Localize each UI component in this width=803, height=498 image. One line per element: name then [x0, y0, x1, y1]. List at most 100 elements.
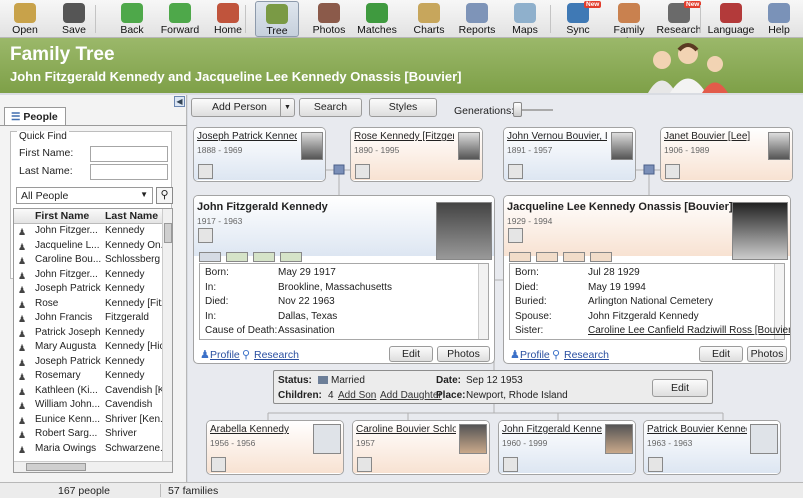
- table-row[interactable]: ♟ Rose Kennedy [Fitz: [14, 298, 162, 313]
- person-icon[interactable]: [508, 228, 523, 243]
- wife-profile-link[interactable]: Profile: [520, 349, 550, 361]
- table-row[interactable]: ♟ William John... Cavendish: [14, 399, 162, 414]
- person-icon[interactable]: [211, 457, 226, 472]
- person-icon[interactable]: [508, 164, 523, 179]
- toolbar-forward-button[interactable]: Forward: [158, 1, 202, 37]
- person-name[interactable]: Rose Kennedy [Fitzger...: [354, 131, 454, 142]
- table-row[interactable]: ♟ Robert Sarg... Shriver: [14, 428, 162, 443]
- people-table-hscroll[interactable]: [14, 461, 172, 472]
- husband-card[interactable]: John Fitzgerald Kennedy 1917 - 1963 Born…: [193, 195, 495, 364]
- table-row[interactable]: ♟ Caroline Bou... Schlossberg: [14, 254, 162, 269]
- person-photo[interactable]: [768, 132, 790, 160]
- person-name[interactable]: Arabella Kennedy: [210, 424, 310, 435]
- toolbar-home-button[interactable]: Home: [206, 1, 250, 37]
- husband-photos-button[interactable]: Photos: [437, 346, 490, 362]
- person-icon[interactable]: [648, 457, 663, 472]
- toolbar-photos-button[interactable]: Photos: [307, 1, 351, 37]
- table-row[interactable]: ♟ Patrick Joseph Kennedy: [14, 327, 162, 342]
- toolbar-sync-button[interactable]: Sync New: [556, 1, 602, 37]
- detail-tab-icon[interactable]: [199, 252, 221, 262]
- toolbar-research-button[interactable]: Research New: [654, 1, 704, 37]
- grandparent-card[interactable]: John Vernou Bouvier, III 1891 - 1957: [503, 127, 636, 182]
- person-icon[interactable]: [355, 164, 370, 179]
- people-table[interactable]: First Name Last Name ♟ John Fitzger... Ken…: [13, 208, 173, 473]
- table-row[interactable]: ♟ Eunice Kenn... Shriver [Ken...: [14, 414, 162, 429]
- wife-edit-button[interactable]: Edit: [699, 346, 743, 362]
- grandparent-card[interactable]: Rose Kennedy [Fitzger... 1890 - 1995: [350, 127, 483, 182]
- last-name-input[interactable]: [90, 164, 168, 180]
- toolbar-back-button[interactable]: Back: [110, 1, 154, 37]
- toolbar-family-site-button[interactable]: Family site: [604, 1, 654, 48]
- tab-people[interactable]: ☰ People: [4, 107, 66, 125]
- table-row[interactable]: ♟ John Fitzger... Kennedy: [14, 269, 162, 284]
- husband-profile-link[interactable]: Profile: [210, 349, 240, 361]
- person-photo[interactable]: [605, 424, 633, 454]
- detail-tab-icon[interactable]: [509, 252, 531, 262]
- person-photo[interactable]: [750, 424, 778, 454]
- detail-tab-icon[interactable]: [280, 252, 302, 262]
- column-first-name[interactable]: First Name: [35, 210, 89, 222]
- people-table-vscroll[interactable]: [162, 209, 172, 461]
- person-name[interactable]: Patrick Bouvier Kennedy: [647, 424, 747, 435]
- person-icon[interactable]: [198, 164, 213, 179]
- table-row[interactable]: ♟ Rosemary Kennedy: [14, 370, 162, 385]
- detail-tab-icon[interactable]: [253, 252, 275, 262]
- fact-value[interactable]: Caroline Lee Canfield Radziwill Ross [Bo…: [588, 325, 790, 336]
- grandparent-card[interactable]: Joseph Patrick Kennedy 1888 - 1969: [193, 127, 326, 182]
- person-name[interactable]: Joseph Patrick Kennedy: [197, 131, 297, 142]
- toolbar-reports-button[interactable]: Reports: [455, 1, 499, 37]
- child-card[interactable]: Arabella Kennedy 1956 - 1956: [206, 420, 344, 475]
- toolbar-matches-button[interactable]: Matches: [355, 1, 399, 37]
- add-son-link[interactable]: Add Son: [338, 390, 376, 401]
- detail-tab-icon[interactable]: [226, 252, 248, 262]
- scroll-thumb[interactable]: [164, 223, 172, 243]
- child-card[interactable]: Caroline Bouvier Schlo... 1957: [352, 420, 490, 475]
- facts-scrollbar[interactable]: [478, 264, 488, 339]
- detail-tab-icon[interactable]: [563, 252, 585, 262]
- table-row[interactable]: ♟ Kathleen (Ki... Cavendish [K: [14, 385, 162, 400]
- table-row[interactable]: ♟ Joseph Patrick Kennedy: [14, 356, 162, 371]
- husband-edit-button[interactable]: Edit: [389, 346, 433, 362]
- hscroll-thumb[interactable]: [26, 463, 86, 471]
- person-photo[interactable]: [611, 132, 633, 160]
- table-row[interactable]: ♟ Maria Owings Schwarzene...: [14, 443, 162, 458]
- wife-name[interactable]: Jacqueline Lee Kennedy Onassis [Bouvier]: [507, 201, 733, 213]
- table-row[interactable]: ♟ Mary Augusta Kennedy [Hic: [14, 341, 162, 356]
- toolbar-open-button[interactable]: Open: [3, 1, 47, 37]
- table-row[interactable]: ♟ Joseph Patrick Kennedy: [14, 283, 162, 298]
- person-name[interactable]: Caroline Bouvier Schlo...: [356, 424, 456, 435]
- marriage-edit-button[interactable]: Edit: [652, 379, 708, 397]
- table-row[interactable]: ♟ John Francis Fitzgerald: [14, 312, 162, 327]
- person-icon[interactable]: [198, 228, 213, 243]
- person-photo[interactable]: [301, 132, 323, 160]
- column-last-name[interactable]: Last Name: [105, 210, 158, 222]
- wife-photos-button[interactable]: Photos: [747, 346, 787, 362]
- table-row[interactable]: ♟ Jacqueline L... Kennedy On...: [14, 240, 162, 255]
- first-name-input[interactable]: [90, 146, 168, 162]
- child-card[interactable]: John Fitzgerald Kenne... 1960 - 1999: [498, 420, 636, 475]
- person-photo[interactable]: [313, 424, 341, 454]
- person-icon[interactable]: [503, 457, 518, 472]
- grandparent-card[interactable]: Janet Bouvier [Lee] 1906 - 1989: [660, 127, 793, 182]
- person-name[interactable]: Janet Bouvier [Lee]: [664, 131, 764, 142]
- detail-tab-icon[interactable]: [590, 252, 612, 262]
- person-icon[interactable]: [357, 457, 372, 472]
- toolbar-charts-button[interactable]: Charts: [407, 1, 451, 37]
- husband-research-link[interactable]: Research: [254, 349, 299, 361]
- person-icon[interactable]: [665, 164, 680, 179]
- toolbar-tree-button[interactable]: Tree: [255, 1, 299, 37]
- toolbar-save-button[interactable]: Save: [52, 1, 96, 37]
- child-card[interactable]: Patrick Bouvier Kennedy 1963 - 1963: [643, 420, 781, 475]
- husband-name[interactable]: John Fitzgerald Kennedy: [197, 201, 328, 213]
- wife-card[interactable]: Jacqueline Lee Kennedy Onassis [Bouvier]…: [503, 195, 791, 364]
- person-name[interactable]: John Fitzgerald Kenne...: [502, 424, 602, 435]
- toolbar-language-button[interactable]: Language: [706, 1, 756, 37]
- collapse-panel-icon[interactable]: ◀: [174, 96, 185, 107]
- wife-photo[interactable]: [732, 202, 788, 260]
- toolbar-help-button[interactable]: Help: [757, 1, 801, 37]
- husband-photo[interactable]: [436, 202, 492, 260]
- search-people-button[interactable]: ⚲: [156, 187, 173, 204]
- detail-tab-icon[interactable]: [536, 252, 558, 262]
- person-photo[interactable]: [458, 132, 480, 160]
- add-daughter-link[interactable]: Add Daughter: [380, 390, 442, 401]
